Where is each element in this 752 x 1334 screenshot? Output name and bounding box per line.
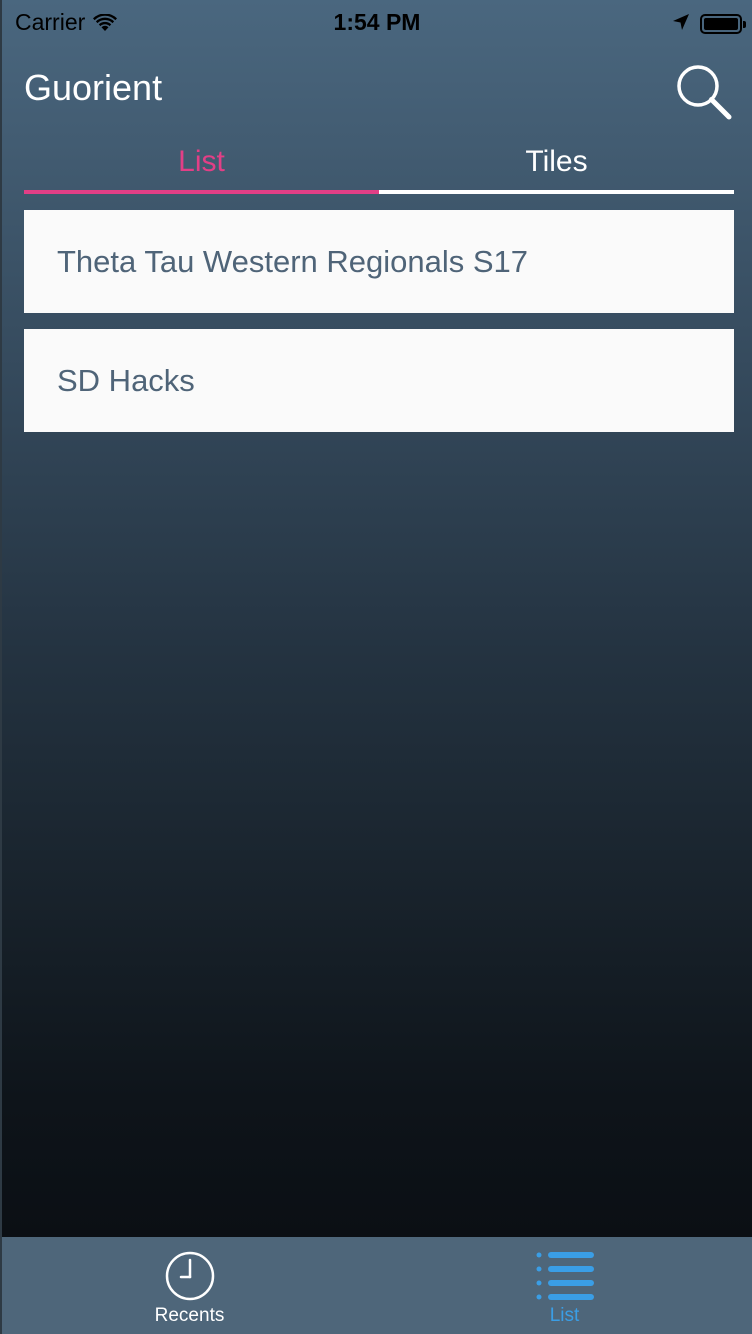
status-time: 1:54 PM bbox=[333, 9, 421, 35]
status-bar: Carrier 1:54 PM bbox=[2, 0, 752, 42]
list-item[interactable]: Theta Tau Western Regionals S17 bbox=[24, 210, 734, 313]
list-icon bbox=[536, 1252, 594, 1300]
app-screen: Carrier 1:54 PM Guorient List Tiles Thet… bbox=[0, 0, 752, 1334]
status-right-group bbox=[672, 10, 746, 37]
list-item[interactable]: SD Hacks bbox=[24, 329, 734, 432]
location-arrow-icon bbox=[672, 10, 690, 37]
event-title: SD Hacks bbox=[57, 362, 195, 398]
tab-list[interactable]: List bbox=[24, 138, 379, 194]
tab-bar-label-list: List bbox=[549, 1305, 580, 1326]
tab-tiles[interactable]: Tiles bbox=[379, 138, 734, 194]
view-mode-tabs: List Tiles bbox=[24, 138, 734, 194]
bottom-tab-bar: Recents List bbox=[2, 1237, 752, 1334]
battery-icon bbox=[700, 13, 746, 34]
search-button[interactable] bbox=[674, 62, 734, 122]
tab-bar-label-recents: Recents bbox=[154, 1305, 225, 1326]
search-icon bbox=[677, 65, 732, 120]
tab-bar-item-recents[interactable]: Recents bbox=[2, 1237, 377, 1334]
clock-icon bbox=[165, 1251, 214, 1301]
event-list: Theta Tau Western Regionals S17 SD Hacks bbox=[24, 210, 734, 448]
event-title: Theta Tau Western Regionals S17 bbox=[57, 243, 529, 279]
battery-level bbox=[704, 17, 738, 30]
tab-bar-item-list[interactable]: List bbox=[377, 1237, 752, 1334]
app-title: Guorient bbox=[24, 67, 163, 108]
